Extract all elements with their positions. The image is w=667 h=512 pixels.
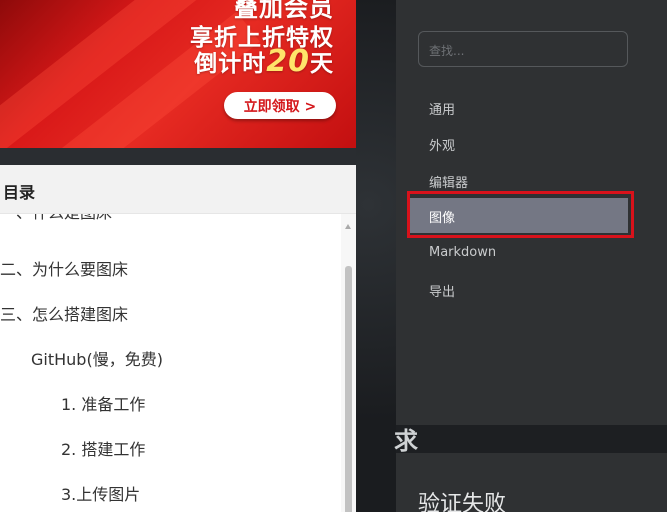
toc-item[interactable]: 一、什么是图床 [0, 214, 112, 223]
toc-item[interactable]: 二、为什么要图床 [0, 256, 128, 280]
divider [0, 148, 356, 165]
claim-now-button[interactable]: 立即领取 > [224, 92, 336, 119]
nav-item-general[interactable]: 通用 [429, 99, 455, 118]
scroll-up-icon[interactable] [345, 224, 351, 229]
partial-heading: 求 [394, 427, 418, 455]
dialog-title: 验证失败 [418, 492, 507, 512]
nav-item-image[interactable]: 图像 [429, 207, 455, 226]
nav-item-editor[interactable]: 编辑器 [429, 172, 468, 191]
nav-item-appearance[interactable]: 外观 [429, 135, 455, 154]
divider: 求 [394, 425, 667, 455]
toc-item[interactable]: 2. 搭建工作 [61, 436, 145, 460]
settings-search-input[interactable]: 查找... [418, 31, 628, 67]
toc-item[interactable]: GitHub(慢，免费) [31, 346, 163, 370]
promo-countdown: 倒计时20天 [194, 44, 334, 79]
nav-item-export[interactable]: 导出 [429, 281, 455, 300]
error-dialog: 验证失败 [396, 453, 667, 512]
countdown-number: 20 [266, 44, 310, 79]
nav-item-markdown[interactable]: Markdown [429, 245, 496, 260]
background-strip [356, 0, 396, 512]
toc-title: 目录 [3, 183, 36, 202]
toc-item[interactable]: 1. 准备工作 [61, 391, 145, 415]
toc-list: 一、什么是图床 二、为什么要图床 三、怎么搭建图床 GitHub(慢，免费) 1… [0, 214, 340, 512]
toc-header: 目录 [0, 165, 356, 214]
toc-item[interactable]: 三、怎么搭建图床 [0, 301, 128, 325]
countdown-prefix: 倒计时 [194, 51, 267, 77]
table-of-contents: 目录 一、什么是图床 二、为什么要图床 三、怎么搭建图床 GitHub(慢，免费… [0, 165, 356, 512]
settings-sidebar: 查找... 通用 外观 编辑器 图像 Markdown 导出 [396, 0, 667, 425]
toc-item[interactable]: 3.上传图片 [61, 481, 140, 505]
scroll-thumb[interactable] [345, 266, 352, 512]
promo-banner[interactable]: 叠加会员 享折上折特权 倒计时20天 立即领取 > [0, 0, 356, 148]
countdown-suffix: 天 [310, 51, 334, 77]
toc-scrollbar[interactable] [341, 214, 356, 512]
